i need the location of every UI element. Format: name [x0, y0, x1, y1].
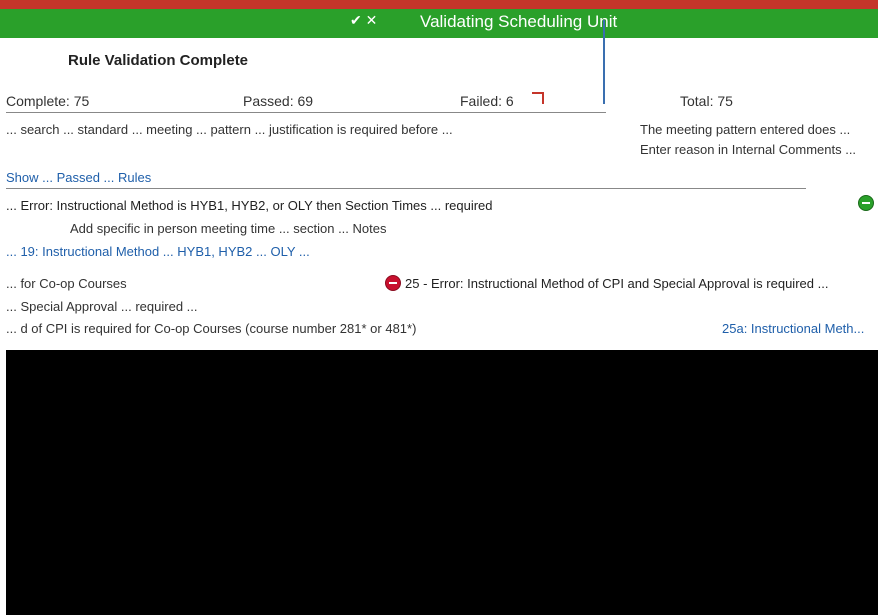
meeting-pattern-note: The meeting pattern entered does ... [640, 122, 851, 137]
rule-25a-link[interactable]: 25a: Instructional Meth... [722, 321, 878, 336]
failed-count: Failed: 6 [460, 93, 514, 109]
header-accent-strip [0, 3, 878, 9]
error-icon [385, 275, 401, 291]
divider [6, 112, 606, 113]
justification-text: ... search ... standard ... meeting ... … [6, 122, 453, 137]
checkmark-icon: ✔ ✕ [350, 12, 378, 28]
status-ok-icon [858, 195, 874, 211]
enter-reason-text: Enter reason in Internal Comments ... [640, 142, 857, 157]
header-title: Validating Scheduling Unit [420, 12, 618, 31]
rule-error-25: 25 - Error: Instructional Method of CPI … [405, 276, 829, 291]
coop-description: ... Special Approval ... required ... [6, 299, 198, 314]
divider [6, 188, 806, 189]
total-count: Total: 75 [680, 93, 733, 109]
passed-count: Passed: 69 [243, 93, 314, 109]
header-bar: ✔ ✕ Validating Scheduling Unit [0, 0, 878, 38]
external-link-icon[interactable] [532, 92, 544, 104]
vertical-divider [603, 20, 605, 104]
page-title: Rule Validation Complete [68, 52, 249, 69]
complete-count: Complete: 75 [6, 93, 90, 109]
coop-sentence: ... d of CPI is required for Co-op Cours… [6, 321, 417, 336]
rule-error-19: ... Error: Instructional Method is HYB1,… [6, 198, 493, 213]
rule-19-link[interactable]: ... 19: Instructional Method ... HYB1, H… [6, 244, 878, 259]
rule-19-description: Add specific in person meeting time ... … [70, 221, 387, 236]
show-passed-rules-link[interactable]: Show ... Passed ... Rules [6, 170, 566, 185]
coop-label: ... for Co-op Courses [6, 276, 127, 291]
blank-area [6, 352, 878, 615]
